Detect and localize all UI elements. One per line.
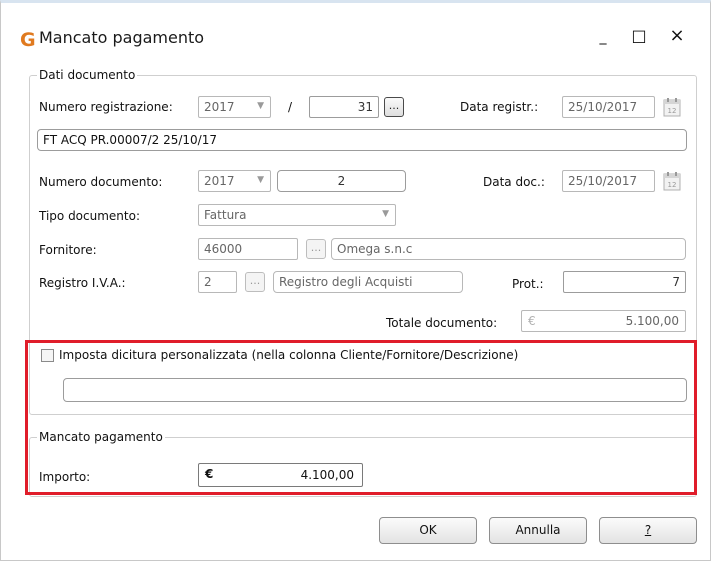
registro-browse-button[interactable]: ...	[245, 272, 265, 292]
chevron-down-icon: ▼	[382, 209, 389, 219]
numero-documento-value: 2	[337, 174, 346, 188]
data-registr-value: 25/10/2017	[568, 100, 638, 114]
svg-text:12: 12	[668, 107, 677, 115]
close-button[interactable]: ×	[666, 25, 688, 46]
window-title: Mancato pagamento	[39, 28, 205, 47]
dialog-window: G Mancato pagamento _ □ × Dati documento…	[0, 0, 711, 561]
maximize-button[interactable]: □	[628, 26, 650, 45]
fornitore-name-field[interactable]: Omega s.n.c	[331, 238, 686, 260]
tipo-documento-value: Fattura	[204, 208, 247, 222]
ok-button[interactable]: OK	[379, 517, 477, 544]
numero-registrazione-browse-button[interactable]: ...	[384, 97, 404, 117]
tipo-documento-label: Tipo documento:	[39, 209, 140, 223]
fornitore-label: Fornitore:	[39, 243, 97, 257]
anno-documento-value: 2017	[204, 174, 235, 188]
minimize-button[interactable]: _	[592, 29, 614, 47]
app-logo-icon: G	[20, 29, 36, 51]
registro-code-value: 2	[204, 275, 212, 289]
chevron-down-icon: ▼	[257, 175, 264, 185]
data-registr-field[interactable]: 25/10/2017	[562, 96, 655, 118]
numero-documento-label: Numero documento:	[39, 175, 163, 189]
highlight-box	[25, 340, 697, 495]
anno-registrazione-value: 2017	[204, 100, 235, 114]
dati-documento-legend: Dati documento	[37, 68, 138, 82]
numero-registrazione-field[interactable]: 31	[309, 96, 379, 118]
chevron-down-icon: ▼	[257, 101, 264, 111]
prot-field[interactable]: 7	[563, 271, 686, 293]
numero-registrazione-value: 31	[357, 100, 373, 114]
data-registr-label: Data registr.:	[460, 100, 539, 114]
euro-icon: €	[528, 314, 536, 328]
calendar-icon[interactable]: 12	[663, 97, 681, 117]
anno-documento-select[interactable]: 2017 ▼	[198, 170, 271, 192]
prot-value: 7	[672, 275, 680, 289]
registro-name-field[interactable]: Registro degli Acquisti	[273, 271, 463, 293]
fornitore-browse-button[interactable]: ...	[306, 239, 326, 259]
svg-text:12: 12	[668, 181, 677, 189]
totale-documento-field[interactable]: € 5.100,00	[521, 310, 686, 332]
annulla-button[interactable]: Annulla	[489, 517, 587, 544]
fornitore-code-field[interactable]: 46000	[198, 238, 298, 260]
data-doc-field[interactable]: 25/10/2017	[562, 170, 655, 192]
help-button[interactable]: ?	[599, 517, 697, 544]
tipo-documento-select[interactable]: Fattura ▼	[198, 204, 396, 226]
fornitore-name-value: Omega s.n.c	[337, 242, 413, 256]
numero-documento-field[interactable]: 2	[277, 170, 406, 192]
prot-label: Prot.:	[512, 277, 544, 291]
fornitore-code-value: 46000	[204, 242, 243, 256]
totale-documento-value: 5.100,00	[625, 314, 679, 328]
numero-registrazione-label: Numero registrazione:	[39, 100, 173, 114]
registro-iva-label: Registro I.V.A.:	[39, 276, 126, 290]
descrizione-value: FT ACQ PR.00007/2 25/10/17	[43, 133, 217, 147]
data-doc-label: Data doc.:	[483, 175, 545, 189]
registro-name-value: Registro degli Acquisti	[279, 275, 413, 289]
descrizione-field[interactable]: FT ACQ PR.00007/2 25/10/17	[37, 129, 687, 151]
registro-code-field[interactable]: 2	[198, 271, 237, 293]
slash-separator: /	[288, 100, 293, 114]
data-doc-value: 25/10/2017	[568, 174, 638, 188]
anno-registrazione-select[interactable]: 2017 ▼	[198, 96, 271, 118]
calendar-icon[interactable]: 12	[663, 171, 681, 191]
totale-documento-label: Totale documento:	[386, 316, 498, 330]
